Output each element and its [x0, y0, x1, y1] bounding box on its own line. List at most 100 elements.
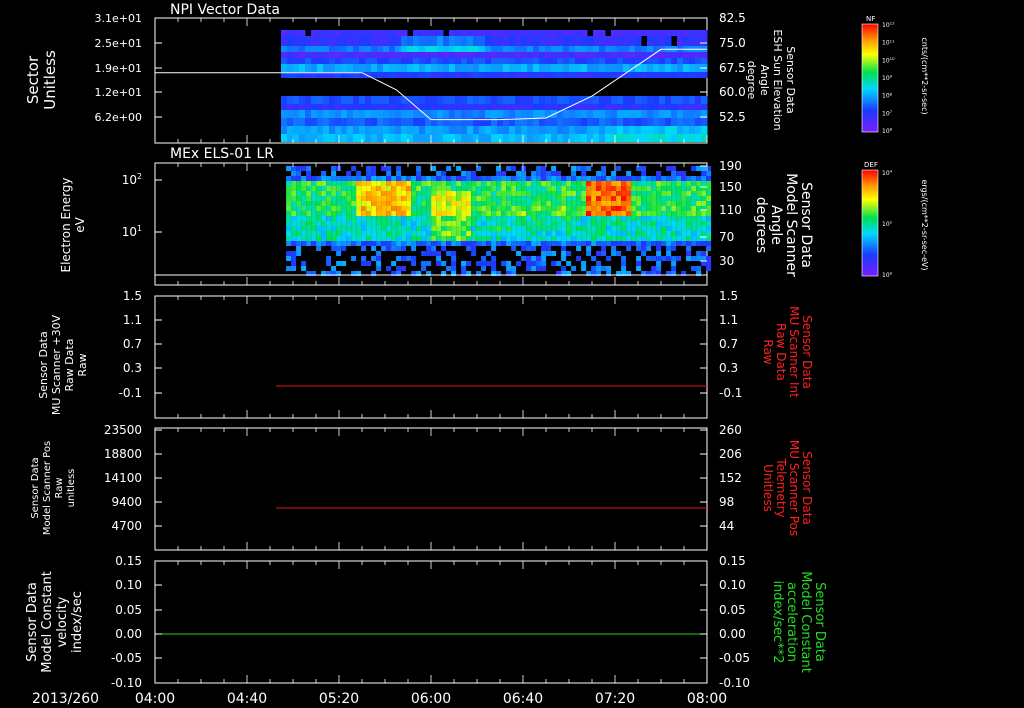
- spectrogram-cell: [466, 261, 472, 266]
- spectrogram-cell: [381, 221, 387, 226]
- spectrogram-cell: [281, 110, 288, 118]
- spectrogram-cell: [611, 231, 617, 236]
- spectrogram-cell: [491, 46, 498, 52]
- spectrogram-cell: [299, 134, 306, 142]
- spectrogram-cell: [617, 96, 624, 104]
- spectrogram-cell: [656, 171, 662, 176]
- spectrogram-cell: [391, 246, 397, 251]
- spectrogram-cell: [676, 181, 682, 186]
- constant-left-axis-label-3: velocity: [55, 596, 70, 647]
- spectrogram-cell: [486, 251, 492, 256]
- spectrogram-cell: [689, 58, 696, 64]
- spectrogram-cell: [296, 176, 302, 181]
- spectrogram-cell: [541, 211, 547, 216]
- spectrogram-cell: [381, 201, 387, 206]
- spectrogram-cell: [646, 206, 652, 211]
- spectrogram-cell: [631, 216, 637, 221]
- spectrogram-cell: [486, 216, 492, 221]
- spectrogram-cell: [306, 231, 312, 236]
- spectrogram-cell: [347, 30, 354, 36]
- spectrogram-cell: [401, 216, 407, 221]
- spectrogram-cell: [651, 186, 657, 191]
- spectrogram-cell: [681, 241, 687, 246]
- spectrogram-cell: [286, 176, 292, 181]
- spectrogram-cell: [436, 251, 442, 256]
- spectrogram-cell: [661, 186, 667, 191]
- spectrogram-cell: [706, 171, 712, 176]
- spectrogram-cell: [479, 72, 486, 78]
- mu-int-left-axis-label-2: MU Scanner +30V: [50, 314, 63, 415]
- spectrogram-cell: [301, 236, 307, 241]
- spectrogram-cell: [706, 246, 712, 251]
- spectrogram-cell: [479, 46, 486, 52]
- spectrogram-cell: [551, 134, 558, 142]
- spectrogram-cell: [629, 126, 636, 134]
- left-tick-label: 3.1e+01: [95, 12, 142, 25]
- spectrogram-cell: [391, 211, 397, 216]
- spectrogram-cell: [443, 110, 450, 118]
- spectrogram-cell: [593, 36, 600, 46]
- spectrogram-cell: [331, 211, 337, 216]
- spectrogram-cell: [281, 30, 288, 36]
- spectrogram-cell: [395, 52, 402, 58]
- spectrogram-cell: [533, 126, 540, 134]
- spectrogram-cell: [671, 176, 677, 181]
- spectrogram-cell: [501, 236, 507, 241]
- spectrogram-cell: [636, 266, 642, 271]
- spectrogram-cell: [641, 196, 647, 201]
- spectrogram-cell: [416, 166, 422, 171]
- spectrogram-cell: [386, 196, 392, 201]
- spectrogram-cell: [446, 241, 452, 246]
- spectrogram-cell: [541, 171, 547, 176]
- panel-frame-constant: [154, 560, 708, 684]
- spectrogram-cell: [501, 216, 507, 221]
- spectrogram-cell: [336, 196, 342, 201]
- npi-right-axis-label-3: Angle: [758, 64, 771, 96]
- spectrogram-cell: [389, 30, 396, 36]
- spectrogram-cell: [419, 104, 426, 110]
- spectrogram-cell: [491, 72, 498, 78]
- spectrogram-cell: [341, 221, 347, 226]
- spectrogram-cell: [591, 231, 597, 236]
- spectrogram-cell: [496, 206, 502, 211]
- spectrogram-cell: [503, 110, 510, 118]
- spectrogram-cell: [323, 46, 330, 52]
- spectrogram-cell: [473, 110, 480, 118]
- spectrogram-cell: [701, 181, 707, 186]
- spectrogram-cell: [696, 251, 702, 256]
- spectrogram-cell: [441, 226, 447, 231]
- spectrogram-cell: [296, 181, 302, 186]
- spectrogram-cell: [681, 181, 687, 186]
- spectrogram-cell: [599, 96, 606, 104]
- spectrogram-cell: [377, 104, 384, 110]
- spectrogram-cell: [291, 241, 297, 246]
- spectrogram-cell: [501, 201, 507, 206]
- spectrogram-cell: [293, 126, 300, 134]
- spectrogram-cell: [561, 256, 567, 261]
- spectrogram-cell: [386, 211, 392, 216]
- spectrogram-cell: [606, 186, 612, 191]
- spectrogram-cell: [686, 206, 692, 211]
- spectrogram-cell: [656, 181, 662, 186]
- spectrogram-cell: [437, 72, 444, 78]
- spectrogram-cell: [496, 236, 502, 241]
- spectrogram-cell: [571, 201, 577, 206]
- spectrogram-cell: [616, 241, 622, 246]
- spectrogram-cell: [501, 206, 507, 211]
- spectrogram-cell: [646, 236, 652, 241]
- spectrogram-cell: [696, 256, 702, 261]
- spectrogram-cell: [576, 236, 582, 241]
- spectrogram-cell: [396, 256, 402, 261]
- spectrogram-cell: [599, 126, 606, 134]
- spectrogram-cell: [311, 110, 318, 118]
- spectrogram-cell: [536, 171, 542, 176]
- spectrogram-cell: [431, 30, 438, 36]
- spectrogram-cell: [689, 52, 696, 58]
- spectrogram-cell: [316, 211, 322, 216]
- colorbar-def-ticks: 104102100: [882, 169, 893, 279]
- spectrogram-cell: [521, 176, 527, 181]
- spectrogram-cell: [336, 241, 342, 246]
- npi-left-axis-label-1: Sector: [24, 55, 42, 104]
- spectrogram-cell: [706, 261, 712, 266]
- spectrogram-cell: [691, 191, 697, 196]
